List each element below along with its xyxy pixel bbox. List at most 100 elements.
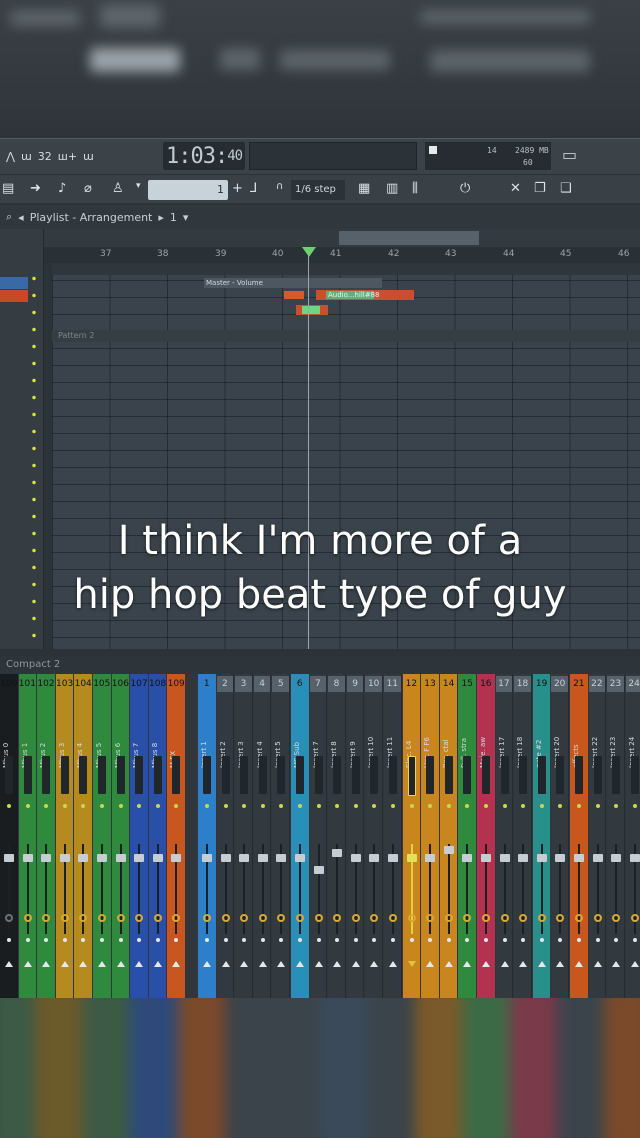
- power-icon[interactable]: ⏻: [460, 181, 470, 196]
- route-arrow-icon[interactable]: [333, 961, 342, 967]
- route-arrow-icon[interactable]: [277, 961, 286, 967]
- step-edit-icon[interactable]: ш+: [58, 150, 77, 163]
- mute-led[interactable]: [25, 804, 30, 808]
- volume-fader[interactable]: [239, 854, 250, 862]
- mixer-strip[interactable]: 10 Insert 10: [365, 674, 383, 998]
- pan-knob[interactable]: [500, 914, 509, 922]
- stereo-dot[interactable]: [632, 938, 637, 942]
- route-arrow-icon[interactable]: [630, 961, 639, 967]
- mute-led[interactable]: [372, 804, 377, 808]
- volume-fader[interactable]: [443, 846, 454, 854]
- mixer-strip[interactable]: 16 Maje. aw: [477, 674, 495, 998]
- overview-viewport[interactable]: [339, 231, 479, 245]
- mute-led[interactable]: [335, 804, 340, 808]
- add-pattern-icon[interactable]: +: [232, 181, 243, 196]
- pan-knob[interactable]: [370, 914, 379, 922]
- pan-knob[interactable]: [575, 914, 583, 922]
- pan-knob[interactable]: [444, 914, 453, 922]
- route-arrow-icon[interactable]: [314, 961, 323, 967]
- mixer-strip[interactable]: 100Mbus 0: [0, 674, 18, 998]
- stereo-dot[interactable]: [391, 938, 395, 942]
- mixer-strip[interactable]: 14 Bar. ctal: [439, 674, 458, 998]
- mixer-strip[interactable]: 15 Full. stra: [458, 674, 476, 998]
- plugin-icon[interactable]: ♙: [112, 181, 124, 196]
- stereo-dot[interactable]: [595, 938, 600, 942]
- stereo-dot[interactable]: [118, 938, 123, 942]
- mute-led[interactable]: [577, 804, 581, 808]
- mixer-strip[interactable]: 103Mbus 3: [55, 674, 74, 998]
- stereo-dot[interactable]: [614, 938, 619, 942]
- mute-led[interactable]: [137, 804, 142, 808]
- pan-knob[interactable]: [277, 914, 286, 922]
- copy-icon[interactable]: ❐: [534, 181, 546, 196]
- metronome-icon[interactable]: ⋀: [6, 150, 15, 163]
- step-icon[interactable]: ⅃: [250, 181, 257, 196]
- mixer-strip[interactable]: 105Mbus 5: [93, 674, 111, 998]
- route-arrow-icon[interactable]: [575, 961, 583, 967]
- stereo-dot[interactable]: [174, 938, 179, 942]
- pan-knob[interactable]: [23, 914, 32, 922]
- pan-knob[interactable]: [482, 914, 490, 922]
- volume-fader[interactable]: [152, 854, 163, 862]
- save-icon[interactable]: ▭: [562, 145, 577, 164]
- search-icon[interactable]: ⌕: [6, 210, 12, 224]
- timeline-ruler[interactable]: 37 38 39 40 41 42 43 44 45 46: [44, 247, 640, 263]
- pan-knob[interactable]: [172, 914, 181, 922]
- stereo-dot[interactable]: [62, 938, 67, 942]
- route-arrow-icon[interactable]: [42, 961, 51, 967]
- pan-knob[interactable]: [98, 914, 106, 922]
- link-icon[interactable]: ⌀: [84, 181, 92, 196]
- pan-knob[interactable]: [296, 914, 304, 922]
- volume-fader[interactable]: [171, 854, 182, 862]
- paste-icon[interactable]: ❑: [560, 181, 572, 196]
- mixer-strip[interactable]: 19 gate #2: [532, 674, 551, 998]
- mixer-strip[interactable]: 9 Insert 9: [346, 674, 365, 998]
- mute-led[interactable]: [316, 804, 321, 808]
- mute-led[interactable]: [242, 804, 247, 808]
- stereo-dot[interactable]: [316, 938, 321, 942]
- mixer-strip[interactable]: 24 Insert 24: [625, 674, 640, 998]
- pan-knob[interactable]: [203, 914, 211, 922]
- pan-knob[interactable]: [593, 914, 602, 922]
- pan-knob[interactable]: [221, 914, 230, 922]
- mixer-strip[interactable]: 4 Insert 4: [253, 674, 272, 998]
- stereo-dot[interactable]: [81, 938, 86, 942]
- route-arrow-icon[interactable]: [98, 961, 106, 967]
- loop-record-icon[interactable]: ɯ: [83, 150, 94, 163]
- dropdown-icon[interactable]: ▾: [136, 181, 141, 191]
- stereo-dot[interactable]: [558, 938, 563, 942]
- pan-knob[interactable]: [389, 914, 397, 922]
- cut-icon[interactable]: ✕: [510, 181, 521, 196]
- mute-led[interactable]: [446, 804, 451, 808]
- route-arrow-icon[interactable]: [351, 961, 360, 967]
- mute-led[interactable]: [465, 804, 470, 808]
- volume-fader[interactable]: [332, 849, 343, 857]
- mixer-strip[interactable]: 8 Insert 8: [328, 674, 346, 998]
- arrangement-chevron-icon[interactable]: ▸: [158, 211, 164, 224]
- mute-led[interactable]: [409, 804, 414, 808]
- route-arrow-icon[interactable]: [500, 961, 509, 967]
- stereo-dot[interactable]: [539, 938, 544, 942]
- mixer-strip[interactable]: 106Mbus 6: [111, 674, 130, 998]
- mute-led[interactable]: [484, 804, 488, 808]
- mute-led[interactable]: [521, 804, 526, 808]
- piano-icon[interactable]: ▤: [2, 181, 14, 196]
- snap-selector[interactable]: 1/6 step: [291, 180, 345, 200]
- route-arrow-icon[interactable]: [258, 961, 267, 967]
- stereo-dot[interactable]: [465, 938, 470, 942]
- stereo-dot[interactable]: [100, 938, 104, 942]
- pan-knob[interactable]: [630, 914, 639, 922]
- mixer-strip[interactable]: 1 Insert 1: [198, 674, 216, 998]
- volume-fader[interactable]: [295, 854, 305, 862]
- playlist-icon[interactable]: ▦: [358, 181, 370, 196]
- pan-knob[interactable]: [407, 914, 416, 922]
- pan-knob[interactable]: [79, 914, 88, 922]
- volume-fader[interactable]: [536, 854, 547, 862]
- stereo-dot[interactable]: [353, 938, 358, 942]
- volume-fader[interactable]: [220, 854, 231, 862]
- route-arrow-icon[interactable]: [519, 961, 528, 967]
- volume-fader[interactable]: [388, 854, 398, 862]
- stereo-dot[interactable]: [7, 938, 11, 942]
- song-time-display[interactable]: 1:03:40: [163, 142, 245, 170]
- route-arrow-icon[interactable]: [5, 961, 13, 967]
